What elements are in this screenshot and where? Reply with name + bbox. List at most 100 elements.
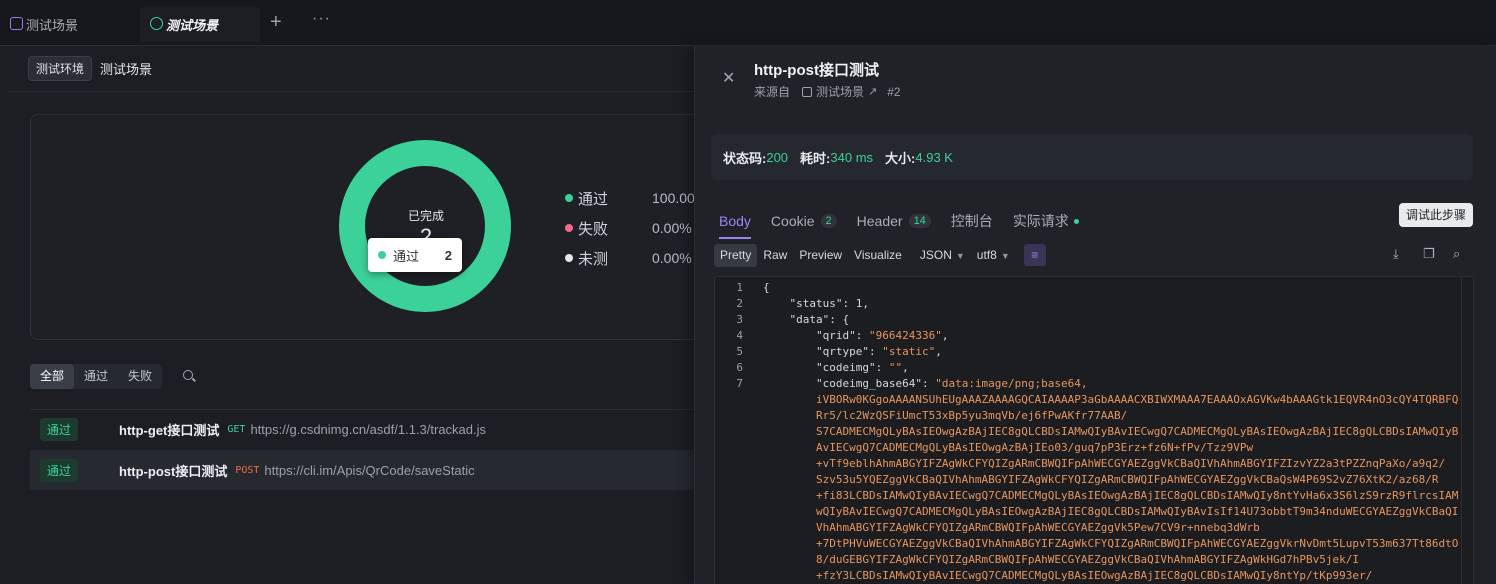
header-count: 14 [908,214,931,228]
untested-dot-icon [565,254,573,262]
status-code-value: 200 [766,149,789,165]
code-line: S7CADMECMgQLyBAsIEOwgAzBAjIEC8gQLCBDsIAM… [815,425,1459,438]
tab-actual-request[interactable]: 实际请求 [1013,206,1079,236]
wrap-lines-icon[interactable]: ≡ [1023,244,1046,266]
search-icon[interactable]: ⌕ [1453,246,1460,262]
language-value: JSON [919,248,952,262]
response-body-editor[interactable]: 1 2 3 4 5 6 7 { "status": 1, "data": { "qrid":… [714,276,1474,584]
tab-label: 测试场景 [166,17,219,33]
tab-console[interactable]: 控制台 [951,206,993,236]
external-link-icon[interactable]: ↗ [868,85,877,98]
drawer-title: http-post接口测试 [754,62,879,79]
tab-body[interactable]: Body [719,206,751,239]
format-toolbar: Pretty Raw Preview Visualize JSON ▼ utf8 ▼… [714,242,1474,268]
format-visualize[interactable]: Visualize [848,244,908,267]
request-url: https://g.csdnimg.cn/asdf/1.1.3/trackad.… [250,422,487,437]
time-value: 340 ms [830,149,874,165]
language-select[interactable]: JSON ▼ [920,248,965,262]
line-number: 4 [736,329,743,342]
add-tab-icon[interactable]: + [270,12,282,32]
scenario-run-icon [150,17,163,30]
status-code-label: 状态码: [723,150,767,166]
fail-dot-icon [565,224,573,232]
line-number: 5 [736,345,743,358]
more-icon[interactable]: ··· [312,10,331,28]
request-name: http-get接口测试 [119,423,220,438]
line-number: 2 [736,297,743,310]
encoding-value: utf8 [976,248,997,262]
request-url: https://cli.im/Apis/QrCode/saveStatic [264,462,475,478]
pass-dot-icon [378,251,386,259]
code-line: "codeimg": "", [815,361,909,374]
code-line: +fi83LCBDsIAMwQIyBAvIECwgQ7CADMECMgQLyBA… [815,489,1459,502]
line-number: 6 [736,361,743,374]
chart-tooltip: 通过 2 [368,238,462,272]
chevron-down-icon: ▼ [955,251,965,261]
code-line: "data": { [789,313,850,326]
close-icon[interactable]: ✕ [722,68,735,88]
code-line: Szv53u5YQEZggVkCBaQIVhAhmABGYIFZAgWkCFYQ… [815,473,1439,486]
environment-badge[interactable]: 测试环境 [28,55,93,81]
legend-label: 失败 [578,220,609,238]
tab-label: 测试场景 [26,17,79,33]
legend-value: 0.00% [652,250,692,266]
status-badge: 通过 [40,418,79,441]
app-window: 测试场景 测试场景 + ··· 测试环境 测试场景 已完成 2 通过 2 通过 … [0,0,1496,584]
legend-untested: 未测 0.00% [565,248,692,268]
code-line: +vTf9eblhAhmABGYIFZAgWkCFYQIZgARmCBWQIFp… [815,457,1446,470]
status-dot-icon [1073,218,1079,224]
tab-header[interactable]: Header 14 [857,206,931,236]
code-line: wQIyBAvIECwgQ7CADMECMgQLyBAsIEOwgAzBAjIE… [815,505,1459,518]
legend-pass: 通过 100.00% [565,188,707,208]
method-badge: POST [235,464,260,476]
line-number: 3 [736,313,743,326]
tab-cookie[interactable]: Cookie 2 [771,206,837,236]
tooltip-label: 通过 [393,248,420,264]
code-line: 8/duGEBGYIFZAgWkCFYQIZgARmCBWQIFpAhWECGY… [815,553,1360,566]
response-tabs: Body Cookie 2 Header 14 控制台 实际请求 [719,206,1099,239]
filter-fail[interactable]: 失败 [118,364,162,389]
code-line: VhAhmABGYIFZAgWkCFYQIZgARmCBWQIFpAhWECGY… [815,521,1260,534]
tab-scenario-1[interactable]: 测试场景 [0,6,132,42]
debug-step-button[interactable]: 调试此步骤 [1399,203,1473,227]
drawer-source: 来源自 测试场景 ↗ #2 [754,83,901,100]
code-line: Rr5/lc2WzQSFiUmcT53xBp5yu3mqVb/ej6fPwAKf… [815,409,1128,422]
line-number: 1 [736,281,743,294]
download-icon[interactable]: ⤓ [1393,246,1399,262]
code-line: "status": 1, [789,297,869,310]
format-pretty[interactable]: Pretty [714,243,758,267]
code-line: iVBORw0KGgoAAAANSUhEUgAAAZAAAAGQCAIAAAAP… [815,393,1459,406]
copy-icon[interactable]: ❐ [1423,246,1435,262]
source-link[interactable]: 测试场景 [816,83,864,100]
filter-all[interactable]: 全部 [30,364,75,389]
tooltip-value: 2 [444,247,452,263]
search-icon[interactable] [183,370,193,380]
code-line: "codeimg_base64": "data:image/png;base64… [815,377,1088,390]
tab-bar: 测试场景 测试场景 + ··· [0,0,1496,46]
divider [8,91,696,92]
format-preview[interactable]: Preview [793,244,848,267]
line-numbers: 1 2 3 4 5 6 7 [715,277,755,584]
legend-label: 通过 [578,190,609,208]
tab-scenario-2-active[interactable]: 测试场景 [140,6,260,42]
tab-label: Header [856,213,903,229]
format-raw[interactable]: Raw [757,244,793,267]
tab-label: Cookie [770,213,815,229]
filter-pass[interactable]: 通过 [74,364,118,389]
scrollbar[interactable] [1461,277,1471,584]
request-row[interactable]: 通过 http-get接口测试 GET https://g.csdnimg.cn… [30,409,700,449]
step-number: #2 [887,84,901,99]
encoding-select[interactable]: utf8 ▼ [977,248,1010,262]
request-row-selected[interactable]: 通过 http-post接口测试 POST https://cli.im/Api… [30,450,700,490]
pass-dot-icon [565,194,573,202]
from-label: 来源自 [754,85,791,99]
line-number: 7 [736,377,743,390]
legend-value: 0.00% [652,220,692,236]
scenario-icon [10,17,23,30]
code-line: +7DtPHVuWECGYAEZggVkCBaQIVhAhmABGYIFZAgW… [815,537,1459,550]
method-badge: GET [227,424,246,435]
scenario-icon [802,86,813,97]
code-line: "qrid": "966424336", [815,329,949,342]
response-meta: 状态码: 200 耗时: 340 ms 大小: 4.93 K [711,134,1473,180]
size-label: 大小: [885,150,916,166]
